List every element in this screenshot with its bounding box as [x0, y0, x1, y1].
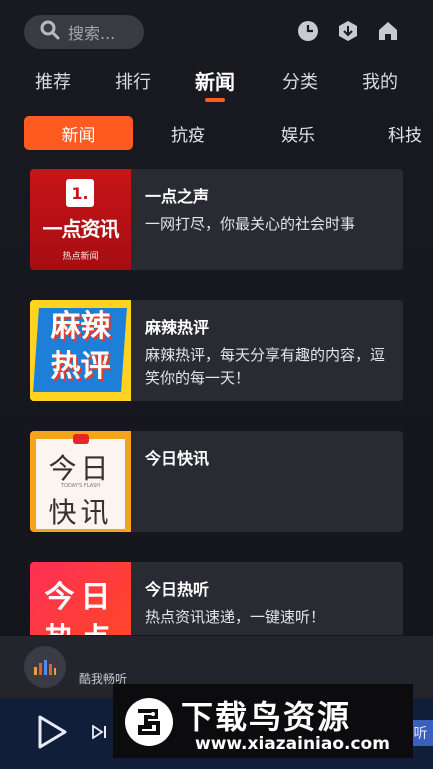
item-title: 一点之声: [145, 187, 210, 206]
cover-image: 麻辣 热评: [30, 300, 131, 401]
list-item[interactable]: 1. 一点资讯 热点新闻 一点之声 一网打尽，你最关心的社会时事: [30, 169, 403, 270]
history-clock-icon[interactable]: [297, 20, 319, 42]
cover-title: 麻辣: [50, 309, 111, 344]
home-icon[interactable]: [377, 20, 399, 42]
next-track-icon[interactable]: [92, 724, 108, 740]
cover-title: 今日: [48, 452, 113, 485]
watermark-title: 下载鸟资源: [181, 698, 352, 736]
subtab-anti-epidemic[interactable]: 抗疫: [160, 116, 216, 150]
subtab-news[interactable]: 新闻: [24, 116, 133, 150]
download-icon[interactable]: [337, 20, 359, 42]
list-item[interactable]: 今日 热点 今日热听 热点资讯速递，一键速听！: [30, 562, 403, 635]
app-logo-icon: [24, 646, 66, 688]
active-tab-indicator: [205, 98, 225, 102]
cover-image: 今日 TODAY'S FLASH 快讯: [30, 431, 131, 532]
search-icon: [40, 20, 60, 44]
tab-news[interactable]: 新闻: [195, 66, 235, 95]
item-title: 今日快讯: [145, 449, 210, 468]
cover-caption: TODAY'S FLASH: [60, 483, 101, 489]
top-bar: 搜索...: [0, 0, 433, 60]
cover-title: 一点资讯: [42, 217, 120, 241]
bird-logo-icon: [125, 698, 173, 746]
cover-subtitle: 快讯: [48, 496, 113, 529]
subtab-entertainment[interactable]: 娱乐: [270, 116, 326, 150]
cover-subtitle: 热点新闻: [62, 252, 99, 262]
tab-category[interactable]: 分类: [282, 68, 318, 94]
cover-logo: 1.: [66, 179, 94, 207]
item-title: 麻辣热评: [145, 318, 210, 337]
subtab-tech[interactable]: 科技: [388, 116, 433, 150]
main-tabs: 推荐 排行 新闻 分类 我的: [0, 62, 433, 104]
list-item[interactable]: 今日 TODAY'S FLASH 快讯 今日快讯: [30, 431, 403, 532]
bow-icon: [73, 434, 89, 444]
program-list: 1. 一点资讯 热点新闻 一点之声 一网打尽，你最关心的社会时事 麻辣 热评 麻…: [30, 169, 403, 635]
cover-title: 今日: [44, 580, 117, 615]
cover-image: 今日 热点: [30, 562, 131, 635]
item-title: 今日热听: [145, 580, 210, 599]
sub-tabs: 新闻 抗疫 娱乐 科技: [0, 116, 433, 152]
tab-ranking[interactable]: 排行: [115, 68, 151, 94]
tab-recommend[interactable]: 推荐: [35, 68, 71, 94]
search-placeholder: 搜索...: [68, 24, 116, 43]
search-box[interactable]: 搜索...: [24, 15, 144, 49]
cover-subtitle: 热点: [30, 614, 131, 635]
item-description: 热点资讯速递，一键速听！: [145, 608, 326, 626]
cover-subtitle: 热评: [50, 349, 111, 384]
list-item[interactable]: 麻辣 热评 麻辣热评 麻辣热评，每天分享有趣的内容，逗笑你的每一天！: [30, 300, 403, 401]
cover-image: 1. 一点资讯 热点新闻: [30, 169, 131, 270]
tab-mine[interactable]: 我的: [362, 68, 398, 94]
item-description: 一网打尽，你最关心的社会时事: [145, 215, 356, 233]
item-description: 麻辣热评，每天分享有趣的内容，逗笑你的每一天！: [145, 346, 386, 387]
watermark: 下载鸟资源 www.xiazainiao.com: [113, 684, 413, 758]
watermark-url: www.xiazainiao.com: [195, 734, 390, 754]
play-icon[interactable]: [36, 714, 68, 750]
